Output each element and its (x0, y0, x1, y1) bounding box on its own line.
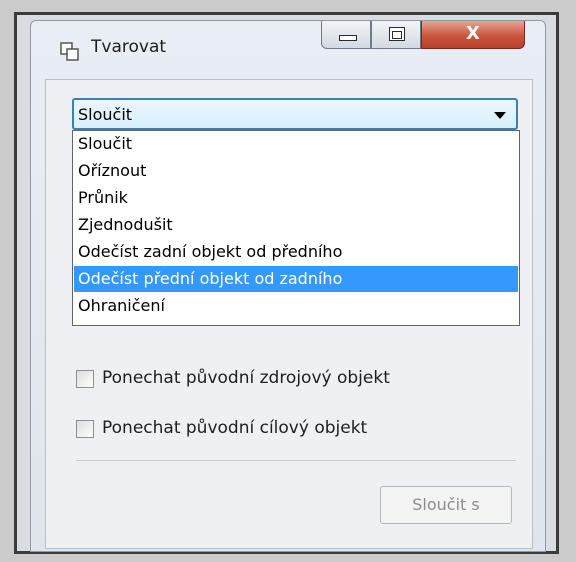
maximize-button[interactable] (371, 21, 421, 49)
close-icon: X (466, 23, 480, 44)
divider (76, 460, 516, 461)
shape-combine-icon (60, 42, 79, 61)
operation-select[interactable]: Sloučit (72, 98, 518, 130)
minimize-button[interactable] (321, 21, 371, 49)
keep-target-label[interactable]: Ponechat původní cílový objekt (102, 418, 367, 438)
dropdown-item-simplify[interactable]: Zjednodušit (74, 212, 518, 238)
docker-content: Sloučit Sloučit Oříznout Průnik Zjednodu… (45, 79, 533, 549)
keep-target-checkbox[interactable] (76, 420, 94, 438)
dropdown-item-trim[interactable]: Oříznout (74, 158, 518, 184)
minimize-icon (339, 35, 357, 41)
dropdown-item-merge[interactable]: Sloučit (74, 131, 518, 157)
dropdown-item-boundary[interactable]: Ohraničení (74, 293, 518, 319)
close-button[interactable]: X (421, 21, 525, 49)
merge-with-button[interactable]: Sloučit s (380, 486, 512, 524)
keep-source-checkbox[interactable] (76, 370, 94, 388)
dropdown-item-intersect[interactable]: Průnik (74, 185, 518, 211)
window-title: Tvarovat (91, 37, 167, 57)
chevron-down-icon[interactable] (494, 112, 506, 119)
shaping-docker-window: Tvarovat X Sloučit Sloučit Oříznout Průn… (30, 20, 546, 552)
title-bar[interactable]: Tvarovat X (31, 21, 545, 81)
dropdown-item-back-minus-front[interactable]: Odečíst zadní objekt od předního (74, 239, 518, 265)
dropdown-item-front-minus-back[interactable]: Odečíst přední objekt od zadního (74, 266, 518, 292)
maximize-icon (389, 27, 405, 41)
keep-source-label[interactable]: Ponechat původní zdrojový objekt (102, 368, 390, 388)
operation-select-value: Sloučit (78, 105, 133, 124)
operation-dropdown-list: Sloučit Oříznout Průnik Zjednodušit Odeč… (72, 130, 520, 326)
